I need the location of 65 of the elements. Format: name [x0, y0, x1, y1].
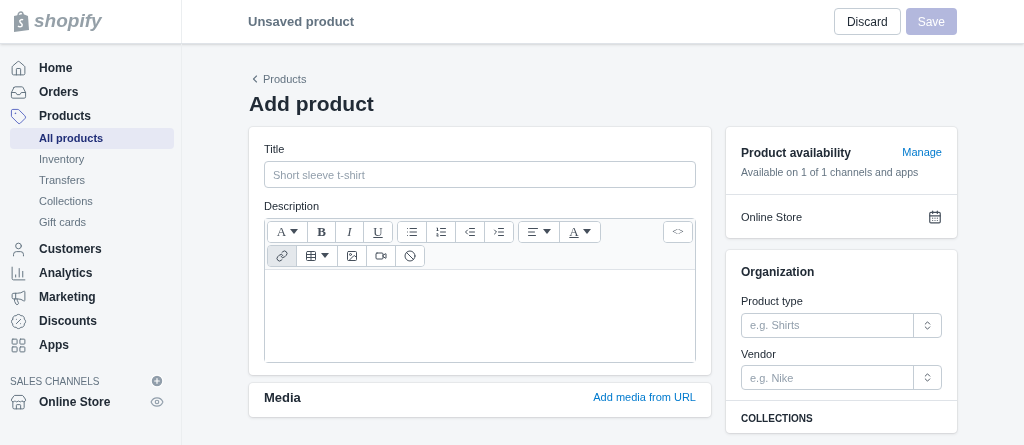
toolbar-button[interactable]: <>: [664, 221, 692, 242]
field-label: Title: [264, 141, 286, 157]
card-title: Media: [264, 388, 301, 407]
breadcrumb-link[interactable]: Products: [249, 71, 1024, 88]
sidebar-item[interactable]: Customers: [10, 237, 174, 261]
title-input[interactable]: Short sleeve t-shirt: [264, 161, 696, 188]
field-label: Description: [264, 199, 321, 214]
eye-icon[interactable]: [150, 395, 164, 409]
field-label: Vendor: [741, 346, 777, 362]
card-title: Organization: [741, 264, 816, 282]
toolbar-button[interactable]: [398, 221, 427, 242]
sidebar-subitem[interactable]: Inventory: [10, 149, 174, 170]
calendar-icon[interactable]: [928, 209, 942, 224]
table-icon: [305, 249, 317, 262]
toolbar-button[interactable]: [519, 221, 560, 242]
page-status-title: Unsaved product: [248, 12, 355, 31]
toolbar-button[interactable]: [485, 221, 513, 242]
image-icon: [346, 249, 358, 262]
toolbar-button[interactable]: A: [560, 221, 600, 242]
sidebar-subitem[interactable]: All products: [10, 128, 174, 149]
sidebar-item[interactable]: Orders: [10, 80, 174, 104]
channel-name: Online Store: [741, 209, 803, 225]
manage-link[interactable]: Manage: [902, 144, 942, 161]
sidebar-item[interactable]: Marketing: [10, 285, 174, 309]
sidebar-item[interactable]: Analytics: [10, 261, 174, 285]
toolbar-button[interactable]: [268, 245, 297, 266]
clear-format-icon: [404, 249, 416, 262]
align-left-icon: [527, 225, 539, 238]
video-icon: [375, 249, 387, 262]
card-title: Product availability: [741, 144, 852, 162]
sidebar-item[interactable]: Online Store: [10, 393, 111, 411]
sidebar-item[interactable]: Apps: [10, 333, 174, 357]
toolbar-button[interactable]: U: [364, 221, 392, 242]
toolbar-button[interactable]: [396, 245, 424, 266]
sidebar-item[interactable]: Home: [10, 56, 174, 80]
up-down-chevron-icon: [922, 319, 933, 331]
toolbar-button[interactable]: I: [336, 221, 364, 242]
toolbar-button[interactable]: [338, 245, 367, 266]
brand-name: shopify: [34, 9, 102, 34]
availability-summary: Available on 1 of 1 channels and apps: [741, 164, 920, 180]
sidebar-subitem[interactable]: Collections: [10, 191, 174, 212]
sidebar-subitem[interactable]: Gift cards: [10, 212, 174, 233]
field-label: Product type: [741, 294, 804, 310]
indent-icon: [493, 225, 505, 238]
section-heading: SALES CHANNELS: [10, 374, 100, 389]
page-title: Add product: [249, 90, 375, 117]
toolbar-button[interactable]: [367, 245, 396, 266]
toolbar-button[interactable]: [297, 245, 338, 266]
discard-button[interactable]: Discard: [833, 8, 901, 35]
toolbar-button[interactable]: [427, 221, 456, 242]
link-icon: [276, 249, 288, 262]
toolbar-button[interactable]: B: [308, 221, 336, 242]
sidebar-item[interactable]: Discounts: [10, 309, 174, 333]
add-media-link[interactable]: Add media from URL: [593, 389, 696, 406]
storefront-icon: [10, 393, 27, 411]
outdent-icon: [464, 225, 476, 238]
sidebar-subitem[interactable]: Transfers: [10, 170, 174, 191]
bullet-list-icon: [406, 225, 418, 238]
numbered-list-icon: [435, 225, 447, 238]
up-down-chevron-icon: [922, 372, 933, 384]
toolbar-button[interactable]: A: [268, 221, 308, 242]
shopping-bag-logo-icon: [12, 11, 30, 32]
section-heading: COLLECTIONS: [741, 413, 813, 425]
sidebar-item[interactable]: Products: [10, 104, 174, 128]
add-icon[interactable]: [150, 374, 164, 388]
